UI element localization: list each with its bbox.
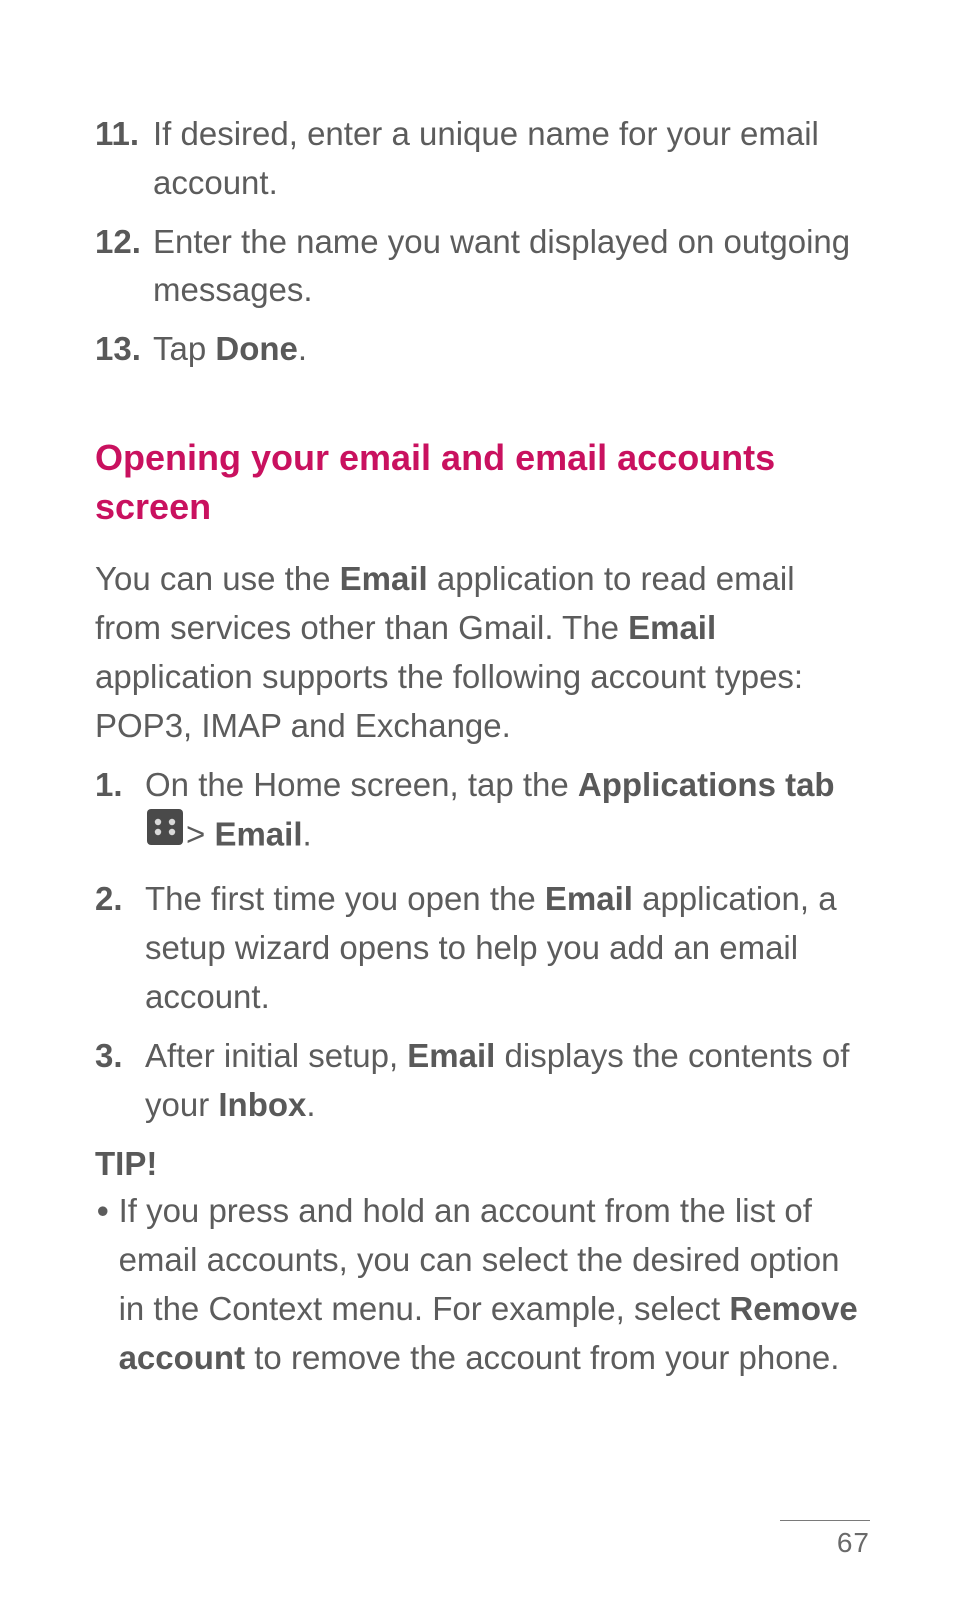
step-text: If desired, enter a unique name for your… (153, 110, 859, 208)
intro-paragraph: You can use the Email application to rea… (95, 555, 859, 750)
step-number: 3. (95, 1032, 145, 1081)
page-number-block: 67 (780, 1520, 870, 1559)
step-text: The first time you open the Email applic… (145, 875, 859, 1021)
step-number: 11. (95, 110, 153, 159)
section-heading: Opening your email and email accounts sc… (95, 434, 859, 531)
bullet-icon: • (95, 1187, 119, 1236)
page-number: 67 (780, 1527, 870, 1559)
tip-item: • If you press and hold an account from … (95, 1187, 859, 1382)
page-number-rule (780, 1520, 870, 1521)
step-number: 12. (95, 218, 153, 267)
step-13: 13. Tap Done. (95, 325, 859, 374)
tip-heading: TIP! (95, 1145, 859, 1183)
step-number: 2. (95, 875, 145, 924)
step-text: After initial setup, Email displays the … (145, 1032, 859, 1130)
step-text: Enter the name you want displayed on out… (153, 218, 859, 316)
step-2: 2. The first time you open the Email app… (95, 875, 859, 1021)
step-12: 12. Enter the name you want displayed on… (95, 218, 859, 316)
tip-text: If you press and hold an account from th… (119, 1187, 859, 1382)
step-11: 11. If desired, enter a unique name for … (95, 110, 859, 208)
step-3: 3. After initial setup, Email displays t… (95, 1032, 859, 1130)
applications-tab-icon (147, 809, 183, 859)
step-text: Tap Done. (153, 325, 859, 374)
step-number: 13. (95, 325, 153, 374)
step-1: 1. On the Home screen, tap the Applicati… (95, 761, 859, 866)
step-number: 1. (95, 761, 145, 810)
step-text: On the Home screen, tap the Applications… (145, 761, 859, 866)
manual-page: 11. If desired, enter a unique name for … (0, 0, 954, 1621)
